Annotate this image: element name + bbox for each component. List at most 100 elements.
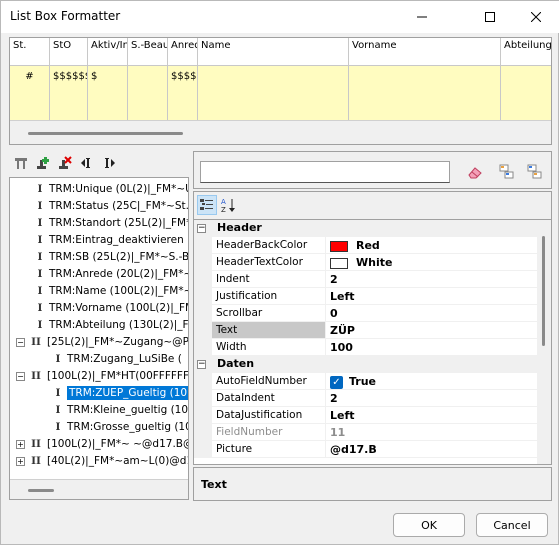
property-row[interactable]: Width 100 xyxy=(194,339,539,356)
property-row[interactable]: Text ZÜP xyxy=(194,322,539,339)
cancel-button[interactable]: Cancel xyxy=(476,513,548,537)
tree-field-item[interactable]: I TRM:Grosse_gueltig (10 xyxy=(52,419,188,436)
property-name[interactable]: Picture xyxy=(212,441,326,458)
property-row[interactable]: DataIndent 2 xyxy=(194,390,539,407)
title-bar: List Box Formatter xyxy=(1,1,559,33)
property-name[interactable]: Indent xyxy=(212,271,326,288)
eraser-icon xyxy=(468,167,482,179)
preview-column-header[interactable]: Abteilung xyxy=(501,38,551,66)
property-value[interactable]: 2 xyxy=(326,390,539,407)
property-row[interactable]: HeaderBackColor Red xyxy=(194,237,539,254)
tree-field-item[interactable]: I TRM:SB (25L(2)|_FM*~S.-B xyxy=(34,249,188,266)
property-search-input[interactable] xyxy=(200,161,450,183)
property-name[interactable]: Justification xyxy=(212,288,326,305)
property-row[interactable]: Scrollbar 0 xyxy=(194,305,539,322)
tree-field-item[interactable]: I TRM:ZUEP_Gueltig (10 xyxy=(52,385,188,402)
tree-field-item[interactable]: I TRM:Vorname (100L(2)|_FM xyxy=(34,300,188,317)
preview-column-header[interactable]: Vorname xyxy=(349,38,501,66)
expand-all-button[interactable] xyxy=(496,162,518,182)
tree-field-item[interactable]: I TRM:Status (25C|_FM*~St.* xyxy=(34,198,188,215)
scrollbar-thumb[interactable] xyxy=(28,132,183,135)
property-value[interactable]: Left xyxy=(326,407,539,424)
property-grid-vertical-scrollbar[interactable] xyxy=(537,220,551,464)
field-tree[interactable]: I TRM:Unique (0L(2)|_FM*~U I TRM:Status (25… xyxy=(9,177,189,500)
collapse-all-button[interactable] xyxy=(524,162,546,182)
property-value[interactable]: Left xyxy=(326,288,539,305)
close-button[interactable] xyxy=(513,1,559,33)
property-name[interactable]: DataJustification xyxy=(212,407,326,424)
property-value[interactable]: 2 xyxy=(326,271,539,288)
tree-field-item[interactable]: I TRM:Eintrag_deaktivieren ( xyxy=(34,232,188,249)
tree-field-item[interactable]: I TRM:Unique (0L(2)|_FM*~U xyxy=(34,181,188,198)
tree-field-item[interactable]: I TRM:Anrede (20L(2)|_FM*~ xyxy=(34,266,188,283)
property-row[interactable]: AutoFieldNumber ✓ True xyxy=(194,373,539,390)
expand-toggle-icon[interactable]: + xyxy=(16,439,25,449)
ok-button[interactable]: OK xyxy=(393,513,465,537)
property-name[interactable]: Text xyxy=(212,322,326,339)
preview-column-header[interactable]: Name xyxy=(198,38,349,66)
categorized-sort-button[interactable] xyxy=(197,195,217,215)
property-name[interactable]: DataIndent xyxy=(212,390,326,407)
property-name[interactable]: HeaderBackColor xyxy=(212,237,326,254)
collapse-toggle-icon[interactable]: − xyxy=(16,371,25,381)
property-value[interactable]: White xyxy=(326,254,539,271)
property-category[interactable]: − Header xyxy=(194,220,539,237)
tree-field-item[interactable]: I TRM:Name (100L(2)|_FM*~ xyxy=(34,283,188,300)
insert-field-button[interactable] xyxy=(11,153,31,173)
property-category[interactable]: − Daten xyxy=(194,356,539,373)
collapse-toggle-icon[interactable]: − xyxy=(197,224,206,233)
move-left-button[interactable] xyxy=(77,153,97,173)
checkbox-checked-icon[interactable]: ✓ xyxy=(330,375,343,389)
property-value[interactable]: Red xyxy=(326,237,539,254)
property-value-text: White xyxy=(356,256,393,269)
alphabetical-sort-button[interactable]: AZ xyxy=(219,195,239,215)
add-field-button[interactable] xyxy=(33,153,53,173)
scrollbar-thumb[interactable] xyxy=(28,489,54,492)
clear-search-button[interactable] xyxy=(464,162,486,182)
preview-horizontal-scrollbar[interactable] xyxy=(10,120,551,144)
format-preview[interactable]: St.#StO$$$$$$Aktiv/Ina$S.-BeauAnred$$$$N… xyxy=(9,37,552,145)
delete-field-button[interactable] xyxy=(55,153,75,173)
property-grid[interactable]: − Header HeaderBackColor Red HeaderTextColor… xyxy=(193,219,552,465)
property-value[interactable]: 100 xyxy=(326,339,539,356)
property-row[interactable]: Picture @d17.B xyxy=(194,441,539,458)
preview-column-header[interactable]: StO xyxy=(50,38,88,66)
move-right-button[interactable] xyxy=(99,153,119,173)
maximize-button[interactable] xyxy=(467,1,513,33)
property-name[interactable]: Width xyxy=(212,339,326,356)
property-row[interactable]: Justification Left xyxy=(194,288,539,305)
scrollbar-thumb[interactable] xyxy=(542,236,545,346)
collapse-toggle-icon[interactable]: − xyxy=(16,337,25,347)
minimize-button[interactable] xyxy=(399,1,445,33)
collapse-toggle-icon[interactable]: − xyxy=(197,360,206,369)
tree-group-item[interactable]: + ΙΙ [100L(2)|_FM*~ ~@d17.B@ xyxy=(16,436,188,453)
tree-horizontal-scrollbar[interactable] xyxy=(10,479,188,499)
tree-field-item[interactable]: I TRM:Kleine_gueltig (10 xyxy=(52,402,188,419)
property-name[interactable]: AutoFieldNumber xyxy=(212,373,326,390)
tree-group-item[interactable]: + ΙΙ [40L(2)|_FM*~am~L(0)@d17 xyxy=(16,453,188,470)
expand-toggle-icon[interactable]: + xyxy=(16,456,25,466)
preview-column-header[interactable]: Aktiv/Ina xyxy=(88,38,128,66)
property-row[interactable]: Indent 2 xyxy=(194,271,539,288)
property-category-label: Header xyxy=(217,221,262,234)
property-value[interactable]: 0 xyxy=(326,305,539,322)
property-name[interactable]: Scrollbar xyxy=(212,305,326,322)
preview-cell: $$$$$$ xyxy=(50,66,88,120)
tree-field-item[interactable]: I TRM:Standort (25L(2)|_FM* xyxy=(34,215,188,232)
property-value[interactable]: ZÜP xyxy=(326,322,539,339)
tree-field-item[interactable]: I TRM:Abteilung (130L(2)|_FM xyxy=(34,317,188,334)
property-row[interactable]: DataJustification Left xyxy=(194,407,539,424)
preview-column-header[interactable]: St. xyxy=(10,38,50,66)
preview-column-header[interactable]: S.-Beau xyxy=(128,38,168,66)
property-row[interactable]: HeaderTextColor White xyxy=(194,254,539,271)
tree-group-item[interactable]: − ΙΙ [100L(2)|_FM*HT(00FFFFFF xyxy=(16,368,188,385)
property-value: 11 xyxy=(326,424,539,441)
tree-field-item[interactable]: I TRM:Zugang_LuSiBe ( xyxy=(52,351,182,368)
preview-column-header[interactable]: Anred xyxy=(168,38,198,66)
property-name[interactable]: FieldNumber xyxy=(212,424,326,441)
property-value[interactable]: @d17.B xyxy=(326,441,539,458)
property-name[interactable]: HeaderTextColor xyxy=(212,254,326,271)
property-value[interactable]: ✓ True xyxy=(326,373,539,390)
tree-group-item[interactable]: − ΙΙ [25L(2)|_FM*~Zugang~@PI xyxy=(16,334,188,351)
property-row[interactable]: FieldNumber 11 xyxy=(194,424,539,441)
